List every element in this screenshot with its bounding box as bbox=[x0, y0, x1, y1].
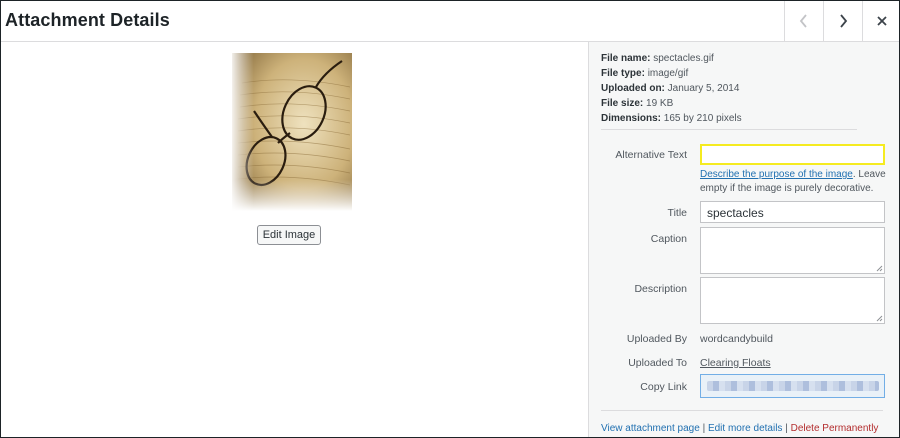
uploaded-by-label: Uploaded By bbox=[626, 333, 687, 345]
title-input-value: spectacles bbox=[707, 206, 764, 220]
actions-divider bbox=[601, 410, 883, 411]
file-name-value: spectacles.gif bbox=[653, 53, 714, 64]
description-label: Description bbox=[634, 283, 687, 295]
file-name-row: File name: spectacles.gif bbox=[601, 53, 714, 64]
file-size-value: 19 KB bbox=[646, 98, 674, 109]
caption-label: Caption bbox=[650, 233, 687, 245]
copy-link-label: Copy Link bbox=[640, 381, 687, 393]
edit-more-details-link[interactable]: Edit more details bbox=[708, 423, 782, 434]
dimensions-row: Dimensions: 165 by 210 pixels bbox=[601, 113, 742, 124]
modal-header: Attachment Details bbox=[1, 1, 899, 42]
description-textarea[interactable] bbox=[700, 277, 885, 324]
attachment-image-preview bbox=[232, 53, 352, 211]
copy-link-url-blurred bbox=[707, 381, 879, 391]
file-details: File name: spectacles.gif File type: ima… bbox=[601, 51, 742, 126]
alt-text-help: Describe the purpose of the image. Leave… bbox=[700, 169, 886, 194]
chevron-left-icon bbox=[799, 14, 807, 28]
view-attachment-page-link[interactable]: View attachment page bbox=[601, 423, 700, 434]
uploaded-on-value: January 5, 2014 bbox=[667, 83, 740, 94]
chevron-right-icon bbox=[840, 14, 848, 28]
file-type-row: File type: image/gif bbox=[601, 68, 689, 79]
alt-text-label: Alternative Text bbox=[615, 149, 687, 161]
modal-title: Attachment Details bbox=[5, 10, 170, 30]
uploaded-on-row: Uploaded on: January 5, 2014 bbox=[601, 83, 740, 94]
file-size-row: File size: 19 KB bbox=[601, 98, 674, 109]
alt-text-input[interactable] bbox=[700, 144, 885, 165]
dimensions-value: 165 by 210 pixels bbox=[663, 113, 742, 124]
caption-textarea[interactable] bbox=[700, 227, 885, 274]
close-button[interactable] bbox=[862, 1, 899, 41]
close-icon bbox=[877, 16, 887, 26]
file-type-value: image/gif bbox=[647, 68, 689, 79]
previous-attachment-button[interactable] bbox=[784, 1, 823, 41]
title-input[interactable]: spectacles bbox=[700, 201, 885, 223]
edit-image-button[interactable]: Edit Image bbox=[257, 225, 321, 245]
attachment-actions: View attachment page | Edit more details… bbox=[601, 423, 879, 434]
uploaded-by-value: wordcandybuild bbox=[700, 333, 773, 345]
copy-link-input[interactable] bbox=[700, 374, 885, 398]
title-label: Title bbox=[667, 207, 687, 219]
resize-handle-icon[interactable] bbox=[876, 315, 883, 322]
alt-text-help-link[interactable]: Describe the purpose of the image bbox=[700, 169, 853, 180]
resize-handle-icon[interactable] bbox=[876, 265, 883, 272]
uploaded-to-label: Uploaded To bbox=[628, 357, 687, 369]
attachment-settings-panel: File name: spectacles.gif File type: ima… bbox=[588, 42, 899, 437]
attachment-details-modal: Attachment Details Edit Image File name:… bbox=[0, 0, 900, 438]
details-divider bbox=[601, 129, 857, 130]
next-attachment-button[interactable] bbox=[823, 1, 862, 41]
uploaded-to-link[interactable]: Clearing Floats bbox=[700, 357, 771, 369]
delete-permanently-link[interactable]: Delete Permanently bbox=[791, 423, 879, 434]
